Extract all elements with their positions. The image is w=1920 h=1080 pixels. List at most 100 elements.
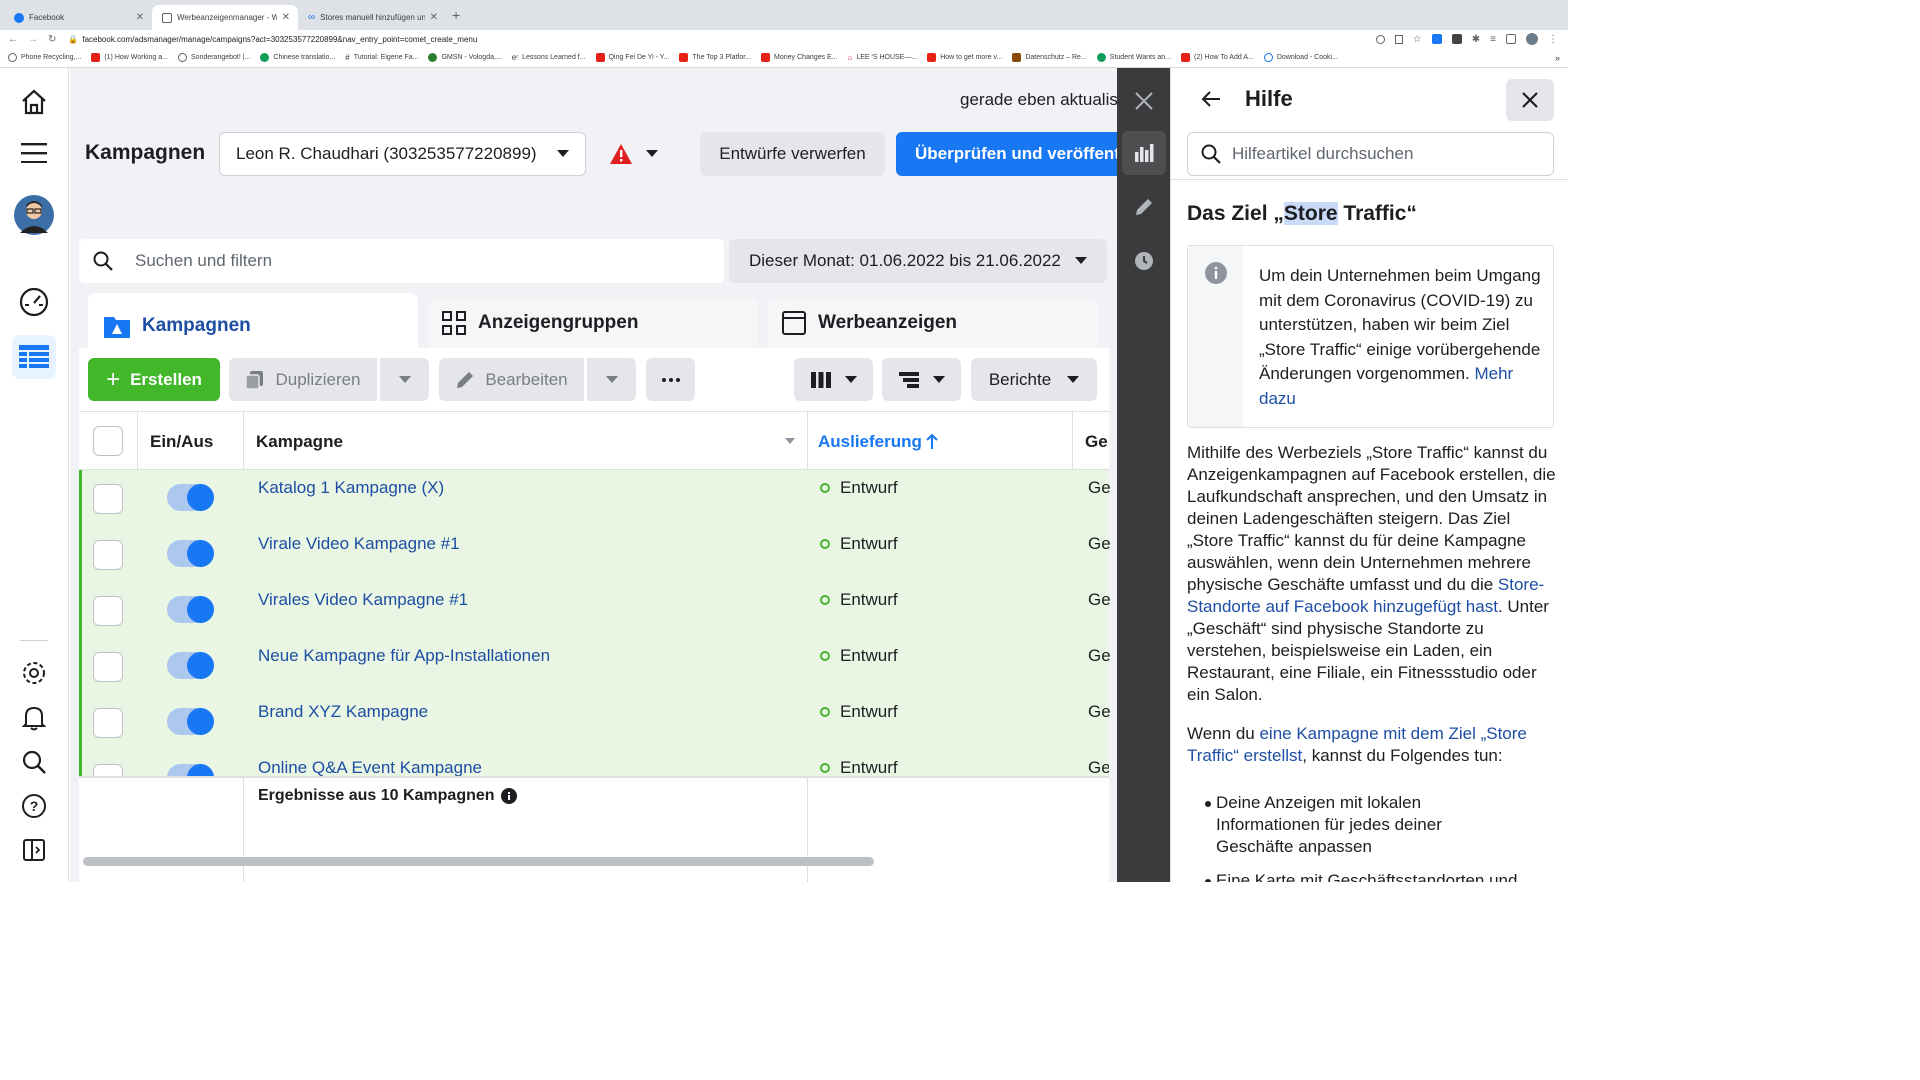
bookmark-item[interactable]: Sonderangebot! |... <box>177 53 250 62</box>
bookmark-item[interactable]: (1) How Working a... <box>91 53 168 62</box>
duplicate-button[interactable]: Duplizieren <box>229 358 377 401</box>
table-row[interactable]: Katalog 1 Kampagne (X) Entwurf Ge <box>79 470 1111 526</box>
campaign-toggle[interactable] <box>167 708 214 735</box>
bookmark-item[interactable]: # Tutorial: Eigene Fa... <box>345 53 418 62</box>
extensions-puzzle-icon[interactable]: ✱ <box>1472 34 1480 45</box>
review-publish-button[interactable]: Überprüfen und veröffentli <box>896 132 1117 176</box>
columns-button[interactable] <box>794 358 873 401</box>
notifications-bell-icon[interactable] <box>12 696 56 740</box>
forward-icon[interactable]: → <box>28 34 38 45</box>
row-checkbox[interactable] <box>93 652 123 682</box>
reading-list-icon[interactable]: ≡ <box>1490 34 1496 45</box>
horizontal-scrollbar[interactable] <box>83 857 874 866</box>
bookmark-item[interactable]: Chinese translatio... <box>260 53 335 62</box>
browser-tab-facebook[interactable]: Facebook ✕ <box>4 5 152 30</box>
select-all-checkbox[interactable] <box>93 426 123 456</box>
menu-icon[interactable] <box>12 131 56 175</box>
table-row[interactable]: Brand XYZ Kampagne Entwurf Ge <box>79 694 1111 750</box>
bookmark-item[interactable]: Student Wants an... <box>1096 53 1171 62</box>
close-tab-icon[interactable]: ✕ <box>136 12 144 23</box>
new-tab-icon[interactable]: + <box>452 7 460 23</box>
sort-caret-icon[interactable] <box>785 438 795 444</box>
bookmark-item[interactable]: Download - Cooki... <box>1263 53 1338 62</box>
edit-dropdown-button[interactable] <box>587 358 636 401</box>
column-header-onoff[interactable]: Ein/Aus <box>150 432 213 452</box>
campaign-toggle[interactable] <box>167 596 214 623</box>
create-button[interactable]: + Erstellen <box>88 358 220 401</box>
bookmark-item[interactable]: ⌂ LEE 'S HOUSE—... <box>847 53 917 62</box>
url-field[interactable]: facebook.com/adsmanager/manage/campaigns… <box>82 35 477 44</box>
performance-gauge-icon[interactable] <box>12 280 56 324</box>
history-clock-icon[interactable] <box>1134 251 1154 271</box>
close-tab-icon[interactable]: ✕ <box>430 12 438 23</box>
campaign-name-link[interactable]: Virales Video Kampagne #1 <box>258 590 468 610</box>
table-row[interactable]: Online Q&A Event Kampagne Entwurf Ge <box>79 750 1109 776</box>
bookmark-item[interactable]: (2) How To Add A... <box>1181 53 1254 62</box>
close-panel-icon[interactable] <box>1134 91 1154 111</box>
bookmark-star-icon[interactable]: ☆ <box>1413 34 1422 45</box>
row-checkbox[interactable] <box>93 596 123 626</box>
reports-button[interactable]: Berichte <box>971 358 1097 401</box>
bookmark-item[interactable]: GMSN - Vologda,... <box>428 53 502 62</box>
row-checkbox[interactable] <box>93 540 123 570</box>
side-panel-icon[interactable] <box>1506 34 1516 44</box>
campaign-name-link[interactable]: Neue Kampagne für App-Installationen <box>258 646 550 666</box>
avatar[interactable] <box>12 193 56 237</box>
close-help-button[interactable] <box>1506 79 1554 121</box>
chart-bars-icon[interactable] <box>1122 131 1166 175</box>
row-checkbox[interactable] <box>93 764 123 776</box>
tab-adsets[interactable]: Anzeigengruppen <box>428 298 758 348</box>
browser-tab-stores[interactable]: ∞ Stores manuell hinzufügen un ✕ <box>298 5 446 30</box>
account-selector[interactable]: Leon R. Chaudhari (303253577220899) <box>219 132 586 176</box>
edit-pencil-icon[interactable] <box>1134 197 1154 217</box>
settings-gear-icon[interactable] <box>12 651 56 695</box>
duplicate-dropdown-button[interactable] <box>380 358 429 401</box>
column-header-next[interactable]: Ge <box>1085 432 1108 452</box>
column-header-delivery[interactable]: Auslieferung <box>818 432 938 452</box>
column-header-campaign[interactable]: Kampagne <box>256 432 343 452</box>
share-icon[interactable] <box>1394 34 1403 44</box>
info-icon[interactable] <box>500 788 517 804</box>
bookmark-item[interactable]: How to get more v... <box>927 53 1002 62</box>
search-input[interactable]: Suchen und filtern <box>135 251 272 271</box>
more-actions-button[interactable] <box>646 358 695 401</box>
row-checkbox[interactable] <box>93 484 123 514</box>
more-bookmarks-icon[interactable]: » <box>1555 53 1560 63</box>
home-icon[interactable] <box>12 80 56 124</box>
date-range-selector[interactable]: Dieser Monat: 01.06.2022 bis 21.06.2022 <box>729 239 1107 283</box>
table-row[interactable]: Neue Kampagne für App-Installationen Ent… <box>79 638 1111 694</box>
close-tab-icon[interactable]: ✕ <box>282 12 290 23</box>
bookmark-item[interactable]: eʳ Lessons Learned f... <box>512 53 586 62</box>
reload-icon[interactable]: ↻ <box>48 34 56 45</box>
edit-button[interactable]: Bearbeiten <box>439 358 584 401</box>
search-icon[interactable] <box>12 740 56 784</box>
extension-icon[interactable] <box>1451 34 1462 44</box>
campaign-name-link[interactable]: Katalog 1 Kampagne (X) <box>258 478 444 498</box>
bookmark-item[interactable]: Phone Recycling,... <box>8 53 81 62</box>
browser-menu-icon[interactable]: ⋮ <box>1548 34 1558 45</box>
campaign-name-link[interactable]: Virale Video Kampagne #1 <box>258 534 460 554</box>
campaign-toggle[interactable] <box>167 540 214 567</box>
bookmark-item[interactable]: Datenschutz – Re... <box>1012 53 1087 62</box>
row-checkbox[interactable] <box>93 708 123 738</box>
campaign-name-link[interactable]: Brand XYZ Kampagne <box>258 702 428 722</box>
breakdown-button[interactable] <box>882 358 961 401</box>
back-icon[interactable]: ← <box>8 34 18 45</box>
browser-tab-adsmanager[interactable]: Werbeanzeigenmanager - Wer ✕ <box>152 5 298 30</box>
help-question-icon[interactable]: ? <box>12 784 56 828</box>
discard-drafts-button[interactable]: Entwürfe verwerfen <box>700 132 885 176</box>
bookmark-item[interactable]: The Top 3 Platfor... <box>679 53 751 62</box>
campaigns-table-icon[interactable] <box>12 335 56 379</box>
profile-avatar-icon[interactable] <box>1526 33 1538 45</box>
zoom-icon[interactable] <box>1375 34 1385 44</box>
table-row[interactable]: Virale Video Kampagne #1 Entwurf Ge <box>79 526 1111 582</box>
table-row[interactable]: Virales Video Kampagne #1 Entwurf Ge <box>79 582 1111 638</box>
bookmark-item[interactable]: Money Changes E... <box>761 53 837 62</box>
campaign-name-link[interactable]: Online Q&A Event Kampagne <box>258 758 482 776</box>
help-search-input[interactable]: Hilfeartikel durchsuchen <box>1187 132 1554 176</box>
bookmark-item[interactable]: Qing Fei De Yi - Y... <box>595 53 669 62</box>
campaign-toggle[interactable] <box>167 484 214 511</box>
back-arrow-icon[interactable] <box>1201 90 1221 108</box>
account-warning-dropdown[interactable] <box>610 144 658 164</box>
extension-facebook-icon[interactable] <box>1431 34 1442 44</box>
